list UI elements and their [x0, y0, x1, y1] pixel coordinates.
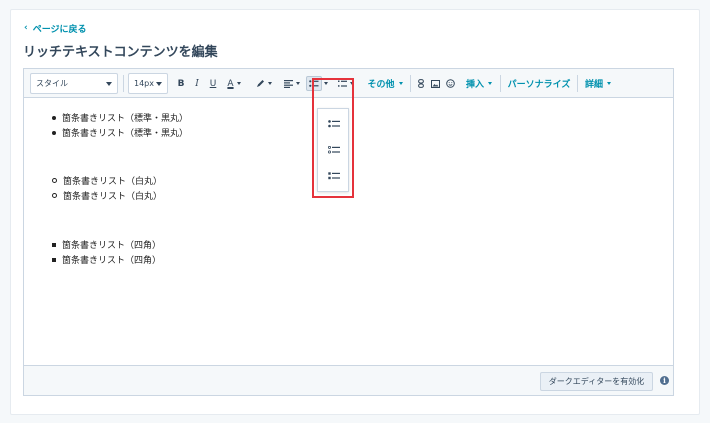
list-item-text: 箇条書きリスト（白丸）: [63, 177, 163, 187]
details-menu[interactable]: 詳細: [582, 76, 614, 91]
link-button[interactable]: [415, 76, 427, 91]
bullet-square: [52, 257, 56, 262]
list-item: 箇条書きリスト（四角）: [52, 238, 161, 251]
align-button[interactable]: [282, 76, 302, 91]
toolbar-divider: [123, 75, 124, 92]
list-item: 箇条書きリスト（四角）: [52, 253, 161, 266]
details-menu-label: 詳細: [584, 80, 603, 90]
editor-footer: ダークエディターを有効化 i: [24, 365, 673, 395]
toolbar-divider: [500, 75, 501, 92]
image-icon: [430, 79, 440, 88]
image-button[interactable]: [429, 76, 441, 91]
list-item-text: 箇条書きリスト（標準・黒丸）: [62, 129, 189, 139]
bullet-circle: [52, 193, 57, 198]
enable-dark-editor-button[interactable]: ダークエディターを有効化: [540, 372, 653, 391]
smiley-icon: [445, 79, 455, 88]
list-item: 箇条書きリスト（白丸）: [52, 174, 162, 187]
more-menu[interactable]: その他: [363, 76, 407, 91]
bullet-circle: [52, 178, 57, 183]
font-size-value: 14px: [134, 79, 154, 88]
back-link-label: ページに戻る: [32, 25, 87, 35]
list-item-text: 箇条書きリスト（四角）: [62, 256, 162, 266]
info-icon[interactable]: i: [660, 376, 669, 385]
font-color-button[interactable]: A: [223, 76, 245, 91]
list-item: 箇条書きリスト（標準・黒丸）: [52, 126, 188, 139]
font-color-icon: A: [227, 78, 234, 89]
back-link[interactable]: ‹ ページに戻る: [24, 22, 87, 36]
more-menu-label: その他: [367, 80, 395, 90]
list-item-text: 箇条書きリスト（標準・黒丸）: [62, 114, 189, 124]
underline-button[interactable]: U: [207, 76, 219, 91]
chevron-left-icon: ‹: [24, 23, 28, 33]
list-item-text: 箇条書きリスト（白丸）: [63, 192, 163, 202]
style-select[interactable]: スタイル: [30, 73, 118, 94]
chevron-down-icon: [296, 82, 300, 85]
link-icon: [418, 79, 424, 88]
bold-button[interactable]: B: [175, 76, 187, 91]
list-item-text: 箇条書きリスト（四角）: [62, 241, 162, 251]
emoji-button[interactable]: [444, 76, 456, 91]
chevron-down-icon: [236, 82, 241, 85]
chevron-down-icon: [268, 82, 272, 85]
toolbar-divider: [577, 75, 578, 92]
align-left-icon: [284, 79, 293, 88]
list-item: 箇条書きリスト（標準・黒丸）: [52, 111, 188, 124]
list-item: 箇条書きリスト（白丸）: [52, 189, 162, 202]
chevron-down-icon: [398, 82, 403, 85]
chevron-down-icon: [156, 82, 162, 86]
page-title: リッチテキストコンテンツを編集: [23, 45, 218, 60]
italic-button[interactable]: I: [191, 76, 203, 91]
pen-icon: [257, 80, 264, 87]
toolbar-divider: [410, 75, 411, 92]
style-select-value: スタイル: [36, 79, 68, 88]
bullet-disc: [52, 130, 56, 135]
bullet-disc: [52, 115, 56, 120]
red-highlight-annotation: [312, 78, 354, 198]
bullet-square: [52, 242, 56, 247]
chevron-down-icon: [607, 82, 611, 85]
personalize-button[interactable]: パーソナライズ: [505, 76, 573, 91]
font-size-select[interactable]: 14px: [128, 73, 168, 94]
chevron-down-icon: [488, 82, 492, 85]
highlight-button[interactable]: [253, 76, 275, 91]
chevron-down-icon: [106, 82, 112, 86]
insert-menu[interactable]: 挿入: [462, 76, 496, 91]
insert-menu-label: 挿入: [465, 80, 484, 90]
